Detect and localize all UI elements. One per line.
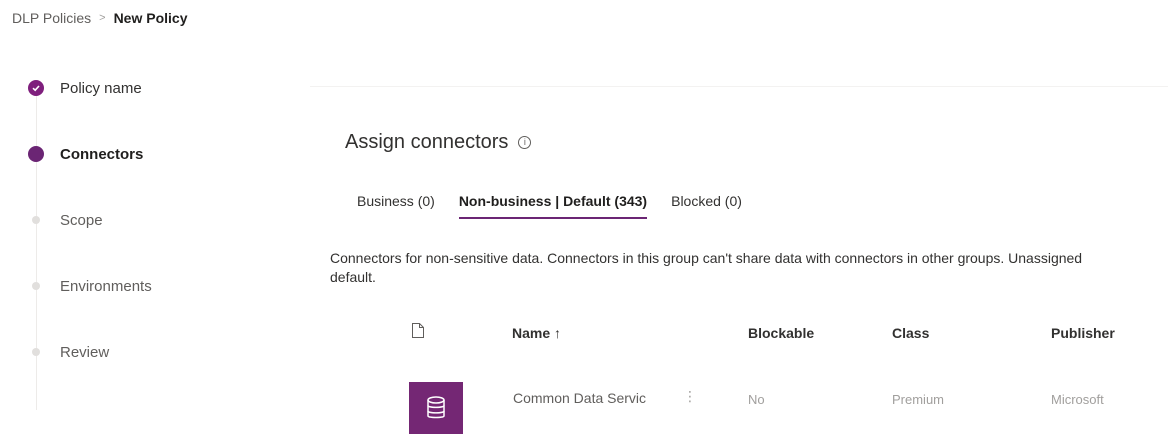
breadcrumb-separator: > — [99, 12, 106, 24]
step-policy-name[interactable]: Policy name — [24, 76, 142, 100]
description-line-1: Connectors for non-sensitive data. Conne… — [330, 250, 1083, 266]
page-title: Assign connectors i — [345, 131, 532, 154]
future-step-icon — [32, 282, 40, 290]
column-header-publisher[interactable]: Publisher — [1051, 325, 1115, 341]
step-label: Connectors — [60, 145, 144, 163]
future-step-icon — [32, 216, 40, 224]
breadcrumb-dlp-policies[interactable]: DLP Policies — [12, 10, 91, 26]
check-icon — [28, 80, 44, 96]
step-environments[interactable]: Environments — [24, 274, 152, 298]
file-icon[interactable] — [411, 322, 425, 342]
tab-business[interactable]: Business (0) — [345, 190, 447, 219]
info-icon[interactable]: i — [518, 136, 532, 149]
divider — [310, 86, 1168, 87]
breadcrumb-current: New Policy — [113, 10, 188, 26]
column-header-name[interactable]: Name ↑ — [512, 325, 561, 341]
step-label: Environments — [60, 277, 152, 295]
tab-blocked[interactable]: Blocked (0) — [659, 190, 754, 219]
connector-group-tabs: Business (0) Non-business | Default (343… — [345, 190, 754, 219]
more-options-icon[interactable]: ⋮ — [683, 388, 697, 405]
cell-name[interactable]: Common Data Servic — [513, 390, 646, 406]
column-header-class[interactable]: Class — [892, 325, 929, 341]
tab-non-business[interactable]: Non-business | Default (343) — [447, 190, 659, 219]
breadcrumb: DLP Policies > New Policy — [12, 10, 187, 26]
cell-publisher: Microsoft — [1051, 392, 1104, 407]
table-row[interactable]: Common Data Servic ⋮ No Premium Microsof… — [0, 368, 1168, 434]
current-step-icon — [28, 146, 44, 162]
step-label: Scope — [60, 211, 103, 229]
step-scope[interactable]: Scope — [24, 208, 103, 232]
column-header-blockable[interactable]: Blockable — [748, 325, 814, 341]
database-icon — [409, 382, 463, 434]
cell-blockable: No — [748, 392, 765, 407]
step-label: Policy name — [60, 79, 142, 97]
description-line-2: default. — [330, 269, 376, 285]
group-description: Connectors for non-sensitive data. Conne… — [330, 249, 1168, 287]
section-title-text: Assign connectors — [345, 131, 509, 153]
cell-class: Premium — [892, 392, 945, 407]
step-connectors[interactable]: Connectors — [24, 142, 143, 166]
table-header: Name ↑ Blockable Class Publisher — [0, 320, 1168, 350]
